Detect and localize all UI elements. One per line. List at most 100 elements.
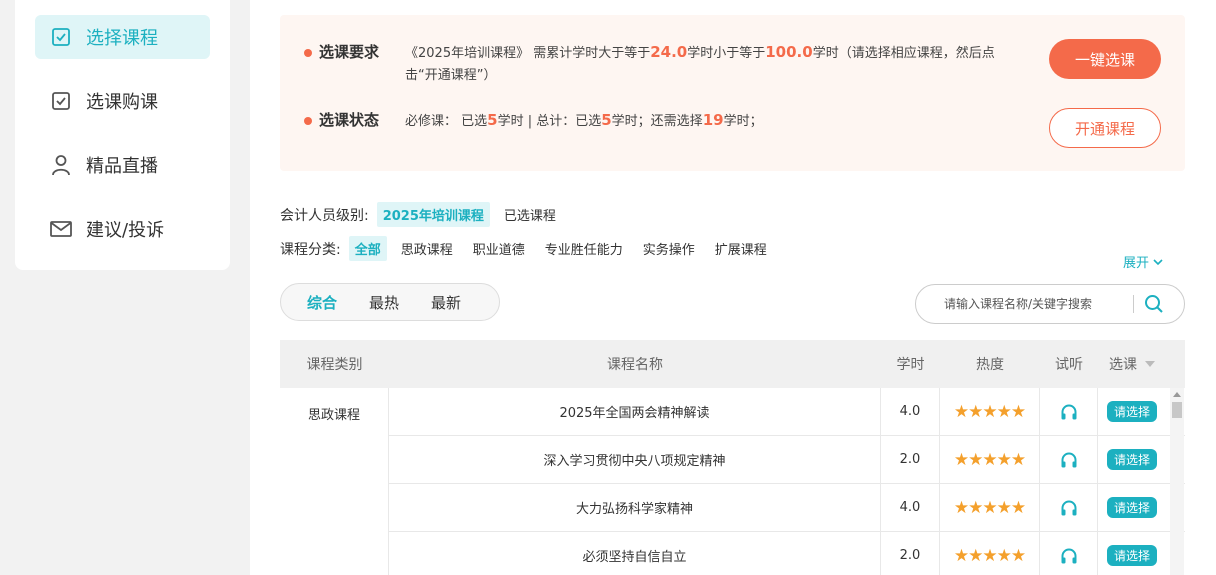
requirement-mid: 学时小于等于 [687,46,766,61]
course-name[interactable]: 深入学习贯彻中央八项规定精神 [389,436,881,483]
star-icon: ★★★★★ [953,401,1026,422]
rating-stars: ★★★★★ [940,484,1040,531]
column-header: 选课 [1109,357,1137,373]
sort-tabs: 综合 最热 最新 [280,283,500,321]
course-name[interactable]: 必须坚持自信自立 [389,532,881,575]
select-course-button[interactable]: 请选择 [1106,401,1157,422]
status-part2: 学时 | 总计：已选 [497,114,602,129]
table-header: 课程类别 课程名称 学时 热度 试听 选课 [280,340,1185,388]
search-icon[interactable] [1134,285,1174,323]
scrollbar-thumb[interactable] [1172,402,1182,418]
headphones-icon[interactable] [1040,388,1098,435]
category-option[interactable]: 职业道德 [467,236,531,261]
main-panel: 选课要求 《2025年培训课程》 需累计学时大于等于24.0学时小于等于100.… [250,0,1216,575]
column-header: 课程名称 [607,357,663,373]
status-part1: 必修课： 已选 [405,114,488,129]
level-option[interactable]: 已选课程 [498,202,562,227]
select-cell: 请选择 [1098,436,1166,483]
expand-toggle[interactable]: 展开 [1123,252,1163,271]
course-name[interactable]: 大力弘扬科学家精神 [389,484,881,531]
course-hours: 2.0 [881,436,940,483]
search-box [915,284,1185,324]
column-header: 试听 [1055,357,1083,373]
rating-stars: ★★★★★ [940,436,1040,483]
select-cell: 请选择 [1098,484,1166,531]
sidebar-item-label: 精品直播 [86,156,158,177]
table-row: 2025年全国两会精神解读 4.0 ★★★★★ 请选择 [389,388,1185,436]
sidebar-item-label: 选课购课 [86,92,158,113]
notice-panel: 选课要求 《2025年培训课程》 需累计学时大于等于24.0学时小于等于100.… [280,15,1185,171]
bullet-dot [304,49,312,57]
sort-tab-comprehensive[interactable]: 综合 [307,292,337,313]
sidebar-item-feedback[interactable]: 建议/投诉 [35,207,210,251]
column-header: 热度 [976,357,1004,373]
category-filter-label: 课程分类: [280,241,341,258]
scroll-up-arrow-icon[interactable] [1173,392,1181,397]
course-hours: 4.0 [881,388,940,435]
level-filter-label: 会计人员级别: [280,207,369,224]
one-click-select-button[interactable]: 一键选课 [1049,39,1161,79]
total-selected: 5 [601,111,612,129]
sort-tab-hottest[interactable]: 最热 [369,292,399,313]
status-part3: 学时；还需选择 [611,114,703,129]
status-text: 必修课： 已选5学时 | 总计：已选5学时；还需选择19学时； [405,109,1025,133]
table-body: 思政课程 2025年全国两会精神解读 4.0 ★★★★★ 请选择 深入学习贯彻中… [280,388,1185,575]
star-icon: ★★★★★ [953,449,1026,470]
table-row: 深入学习贯彻中央八项规定精神 2.0 ★★★★★ 请选择 [389,436,1185,484]
required-selected: 5 [487,111,498,129]
select-course-button[interactable]: 请选择 [1106,449,1157,470]
category-option[interactable]: 扩展课程 [709,236,773,261]
star-icon: ★★★★★ [953,497,1026,518]
course-name[interactable]: 2025年全国两会精神解读 [389,388,881,435]
course-hours: 2.0 [881,532,940,575]
select-cell: 请选择 [1098,388,1166,435]
sidebar-item-select-course[interactable]: 选择课程 [35,15,210,59]
status-part4: 学时； [723,114,763,129]
max-hours: 100.0 [765,43,813,61]
category-option[interactable]: 实务操作 [637,236,701,261]
sidebar-item-label: 建议/投诉 [86,220,165,241]
requirement-row: 选课要求 《2025年培训课程》 需累计学时大于等于24.0学时小于等于100.… [304,41,1025,87]
category-option[interactable]: 思政课程 [395,236,459,261]
sidebar-item-purchase-course[interactable]: 选课购课 [35,79,210,123]
category-option[interactable]: 全部 [348,236,387,261]
star-icon: ★★★★★ [953,545,1026,566]
category-filter: 课程分类: 全部 思政课程 职业道德 专业胜任能力 实务操作 扩展课程 [280,236,781,261]
search-input[interactable] [944,297,1129,311]
bullet-dot [304,117,312,125]
remaining-hours: 19 [702,111,724,129]
sidebar-item-live[interactable]: 精品直播 [35,143,210,187]
column-header: 课程类别 [306,357,363,373]
open-course-button[interactable]: 开通课程 [1049,108,1161,148]
table-scrollbar[interactable] [1170,388,1184,575]
expand-label: 展开 [1123,256,1150,271]
status-row: 选课状态 必修课： 已选5学时 | 总计：已选5学时；还需选择19学时； [304,109,1025,133]
headphones-icon[interactable] [1040,484,1098,531]
headphones-icon[interactable] [1040,532,1098,575]
select-course-button[interactable]: 请选择 [1106,497,1157,518]
column-header: 学时 [896,357,925,373]
sidebar: 选择课程 选课购课 精品直播 建议/投诉 [15,0,230,270]
requirement-prefix: 《2025年培训课程》 需累计学时大于等于 [405,46,651,61]
course-hours: 4.0 [881,484,940,531]
rating-stars: ★★★★★ [940,532,1040,575]
status-title: 选课状态 [319,111,380,129]
chevron-down-icon [1153,258,1163,266]
sidebar-item-label: 选择课程 [86,28,158,49]
headphones-icon[interactable] [1040,436,1098,483]
mail-icon [50,218,72,240]
select-cell: 请选择 [1098,532,1166,575]
table-row: 大力弘扬科学家精神 4.0 ★★★★★ 请选择 [389,484,1185,532]
dropdown-arrow-icon[interactable] [1145,361,1155,367]
requirement-text: 《2025年培训课程》 需累计学时大于等于24.0学时小于等于100.0学时（请… [405,41,1025,87]
table-row: 必须坚持自信自立 2.0 ★★★★★ 请选择 [389,532,1185,575]
level-option[interactable]: 2025年培训课程 [376,202,490,227]
select-course-button[interactable]: 请选择 [1106,545,1157,566]
category-option[interactable]: 专业胜任能力 [539,236,629,261]
checkbox-icon [50,90,72,112]
checkbox-icon [50,26,72,48]
level-filter: 会计人员级别: 2025年培训课程 已选课程 [280,202,570,227]
requirement-title: 选课要求 [319,43,380,61]
category-cell: 思政课程 [280,388,389,575]
sort-tab-newest[interactable]: 最新 [431,292,461,313]
